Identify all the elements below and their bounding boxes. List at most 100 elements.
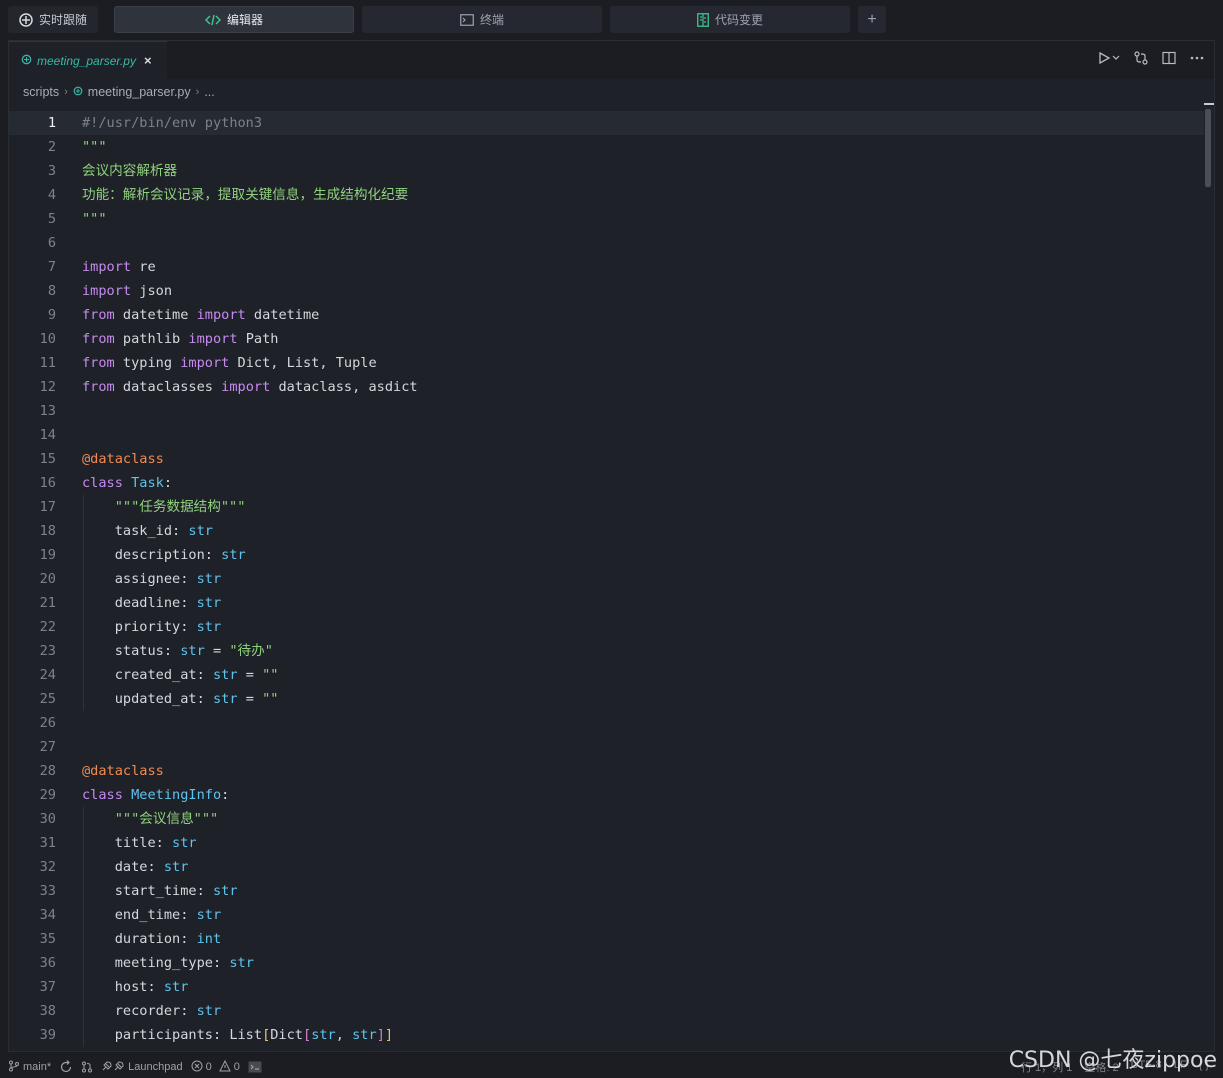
code-text: date: str — [82, 855, 189, 879]
code-line[interactable]: 4 功能：解析会议记录，提取关键信息，生成结构化纪要 — [9, 183, 1204, 207]
code-text: description: str — [82, 543, 246, 567]
code-line[interactable]: 10 from pathlib import Path — [9, 327, 1204, 351]
code-line[interactable]: 34 end_time: str — [9, 903, 1204, 927]
code-text: import re — [82, 255, 156, 279]
code-line[interactable]: 23 status: str = "待办" — [9, 639, 1204, 663]
code-line[interactable]: 13 — [9, 399, 1204, 423]
code-line[interactable]: 21 deadline: str — [9, 591, 1204, 615]
code-line[interactable]: 38 recorder: str — [9, 999, 1204, 1023]
code-text: deadline: str — [82, 591, 221, 615]
token-dec: @dataclass — [82, 763, 164, 779]
code-line[interactable]: 5 """ — [9, 207, 1204, 231]
vertical-scrollbar[interactable] — [1204, 103, 1214, 1048]
code-line[interactable]: 35 duration: int — [9, 927, 1204, 951]
code-area[interactable]: 1 #!/usr/bin/env python3 2 """ 3 会议内容解析器 4 功能：解… — [9, 111, 1204, 1051]
code-line[interactable]: 6 — [9, 231, 1204, 255]
code-line[interactable]: 11 from typing import Dict, List, Tuple — [9, 351, 1204, 375]
terminal-panel-icon[interactable] — [248, 1061, 262, 1073]
token-typ: str — [212, 883, 238, 899]
code-line[interactable]: 25 updated_at: str = "" — [9, 687, 1204, 711]
line-number: 1 — [47, 115, 56, 131]
sync-icon[interactable] — [59, 1060, 73, 1074]
file-tab[interactable]: meeting_parser.py × — [9, 41, 167, 79]
rocket-icon — [101, 1060, 125, 1075]
token-typ: int — [196, 931, 222, 947]
error-icon — [191, 1060, 203, 1075]
problems-indicator[interactable]: 0 0 — [191, 1059, 240, 1075]
split-editor-icon[interactable] — [1162, 51, 1176, 65]
code-line[interactable]: 7 import re — [9, 255, 1204, 279]
tab-editor[interactable]: 编辑器 — [114, 6, 354, 33]
code-text: #!/usr/bin/env python3 — [82, 111, 262, 135]
tab-code-changes[interactable]: 代码变更 — [610, 6, 850, 33]
more-actions-icon[interactable] — [1190, 56, 1204, 60]
code-line[interactable]: 17 """任务数据结构""" — [9, 495, 1204, 519]
token-typ: str — [352, 1027, 377, 1043]
close-icon[interactable]: × — [144, 53, 152, 68]
code-line[interactable]: 1 #!/usr/bin/env python3 — [9, 111, 1204, 135]
token: description: — [82, 547, 222, 563]
code-line[interactable]: 33 start_time: str — [9, 879, 1204, 903]
code-line[interactable]: 22 priority: str — [9, 615, 1204, 639]
breadcrumb-symbol[interactable]: ... — [204, 85, 214, 99]
compare-changes-icon[interactable] — [1134, 51, 1148, 65]
token: , — [335, 1027, 353, 1043]
token-doc: """会议信息""" — [114, 811, 219, 827]
code-line[interactable]: 24 created_at: str = "" — [9, 663, 1204, 687]
token: meeting_type: — [82, 955, 230, 971]
run-icon[interactable] — [1098, 51, 1120, 65]
token: Dict, List, Tuple — [229, 355, 377, 371]
code-text: end_time: str — [82, 903, 221, 927]
breadcrumb-file[interactable]: meeting_parser.py — [88, 85, 191, 99]
code-line[interactable]: 31 title: str — [9, 831, 1204, 855]
token: pathlib — [114, 331, 189, 347]
token-cls: MeetingInfo — [131, 787, 222, 803]
add-tab-button[interactable]: + — [858, 6, 886, 33]
code-line[interactable]: 18 task_id: str — [9, 519, 1204, 543]
code-text: import json — [82, 279, 172, 303]
code-line[interactable]: 37 host: str — [9, 975, 1204, 999]
code-line[interactable]: 9 from datetime import datetime — [9, 303, 1204, 327]
breadcrumb-folder[interactable]: scripts — [23, 85, 59, 99]
token-br2: ] — [376, 1027, 385, 1043]
code-line[interactable]: 32 date: str — [9, 855, 1204, 879]
token-br2: [ — [303, 1027, 312, 1043]
code-line[interactable]: 8 import json — [9, 279, 1204, 303]
token-typ: str — [212, 691, 238, 707]
line-number: 3 — [47, 163, 56, 179]
token-doc: 功能：解析会议记录，提取关键信息，生成结构化纪要 — [82, 187, 409, 203]
branch-indicator[interactable]: main* — [8, 1060, 51, 1075]
code-line[interactable]: 14 — [9, 423, 1204, 447]
scrollbar-thumb[interactable] — [1205, 109, 1211, 187]
code-line[interactable]: 16 class Task: — [9, 471, 1204, 495]
token: updated_at: — [82, 691, 213, 707]
code-line[interactable]: 12 from dataclasses import dataclass, asd… — [9, 375, 1204, 399]
line-number: 2 — [47, 139, 56, 155]
code-text: """会议信息""" — [82, 807, 218, 831]
code-line[interactable]: 36 meeting_type: str — [9, 951, 1204, 975]
line-number: 27 — [39, 739, 56, 755]
code-line[interactable]: 15 @dataclass — [9, 447, 1204, 471]
token-kw: import — [196, 307, 246, 323]
token: created_at: — [82, 667, 213, 683]
code-line[interactable]: 2 """ — [9, 135, 1204, 159]
line-number: 12 — [39, 379, 56, 395]
code-line[interactable]: 28 @dataclass — [9, 759, 1204, 783]
code-line[interactable]: 19 description: str — [9, 543, 1204, 567]
token-kw: import — [180, 355, 230, 371]
pull-request-icon[interactable] — [81, 1061, 93, 1073]
code-line[interactable]: 29 class MeetingInfo: — [9, 783, 1204, 807]
code-line[interactable]: 20 assignee: str — [9, 567, 1204, 591]
code-line[interactable]: 27 — [9, 735, 1204, 759]
token: assignee: — [82, 571, 197, 587]
launchpad-item[interactable]: Launchpad — [101, 1060, 183, 1075]
live-follow-button[interactable]: 实时跟随 — [8, 6, 98, 33]
code-line[interactable]: 3 会议内容解析器 — [9, 159, 1204, 183]
tab-terminal[interactable]: 终端 — [362, 6, 602, 33]
token: = — [237, 691, 263, 707]
code-text: class Task: — [82, 471, 172, 495]
code-line[interactable]: 26 — [9, 711, 1204, 735]
token-typ: str — [196, 595, 222, 611]
code-line[interactable]: 30 """会议信息""" — [9, 807, 1204, 831]
